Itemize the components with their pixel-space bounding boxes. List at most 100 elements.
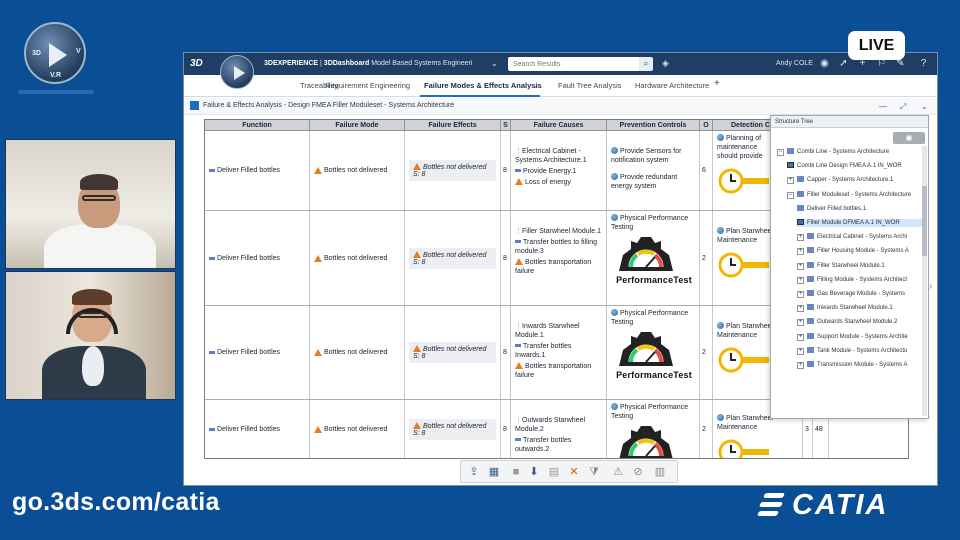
tree-item[interactable]: + Gas Beverage Module - Systems [797,290,927,298]
chevron-down-icon[interactable]: ⌄ [491,59,498,68]
cell-severity[interactable]: 8 [501,400,511,458]
scrollbar-thumb[interactable] [922,186,927,256]
cell-occurrence[interactable]: 2 [700,400,713,458]
cell-failure-mode[interactable]: Bottles not delivered [310,400,405,458]
compass-icon[interactable] [220,55,254,89]
column-header-function[interactable]: Function [205,120,310,131]
expand-icon[interactable]: + [797,333,804,341]
cell-severity[interactable]: 8 [501,131,511,210]
collapse-icon[interactable]: − [777,149,784,156]
filter-icon[interactable]: ⧩ [587,465,601,479]
cell-failure-causes[interactable]: ⋮Filler Starwheel Module.1 Transfer bott… [511,211,607,305]
cell-severity[interactable]: 8 [501,211,511,305]
tab-fmea[interactable]: Failure Modes & Effects Analysis [424,81,542,90]
user-name[interactable]: Andy COLE [776,60,813,67]
maximize-icon[interactable]: ⤢ [900,102,906,112]
cell-failure-effect[interactable]: Bottles not delivered S: 8 [405,400,501,458]
warning-icon[interactable]: ⚠ [611,465,625,479]
tree-item[interactable]: − Combi Line - Systems Architecture [777,148,927,156]
cell-prevention-controls[interactable]: Provide Sensors for notification system … [607,131,700,210]
column-header-prevention-controls[interactable]: Prevention Controls [607,120,700,131]
dashboard-name[interactable]: Model Based Systems Engineeri [369,60,472,67]
expand-icon[interactable]: + [797,347,804,355]
cell-function[interactable]: Deliver Filled bottles [205,400,310,458]
tree-item[interactable]: + Filler Starwheel Module.1 [797,261,927,270]
cell-function[interactable]: Deliver Filled bottles [205,211,310,305]
table-icon[interactable]: ▦ [487,465,501,479]
cell-failure-mode[interactable]: Bottles not delivered [310,306,405,399]
tree-item[interactable]: + Support Module - Systems Archite [797,332,927,341]
cell-prevention-controls[interactable]: Physical Performance Testing Performance… [607,306,700,399]
tree-item[interactable]: + Inwards Starwheel Module.1 [797,304,927,313]
chevron-right-icon[interactable]: › [929,281,932,292]
expand-icon[interactable]: + [797,291,804,298]
expand-icon[interactable]: + [787,177,794,185]
column-header-occurrence[interactable]: O [700,120,713,131]
search-input[interactable] [508,57,645,71]
stop-icon[interactable]: ■ [509,465,523,479]
tag-icon[interactable]: ◈ [662,58,669,69]
hide-icon[interactable]: ⊘ [631,465,645,479]
tree-item-label: Combi Line Design FMEA A.1 IN_WOR [797,163,902,170]
cell-failure-causes[interactable]: ⋮Inwards Starwheel Module.1 Transfer bot… [511,306,607,399]
tab-chevron-down-icon[interactable]: ⌄ [533,81,539,90]
cell-failure-causes[interactable]: ⋮Electrical Cabinet - Systems Architectu… [511,131,607,210]
chart-icon[interactable]: ▥ [653,465,667,479]
tree-item[interactable]: Deliver Filled bottles.1 [797,204,927,213]
tab-hardware-architecture[interactable]: Hardware Architecture [635,81,709,90]
expand-icon[interactable]: + [797,362,804,369]
tree-item[interactable]: + Filler Housing Module - Systems A [797,247,927,256]
expand-icon[interactable]: + [797,262,804,270]
cell-failure-effect[interactable]: Bottles not delivered S: 8 [405,306,501,399]
cell-occurrence[interactable]: 6 [700,131,713,210]
column-header-severity[interactable]: S [501,120,511,131]
cell-failure-mode[interactable]: Bottles not delivered [310,131,405,210]
tab-requirement-engineering[interactable]: Requirement Engineering [325,81,410,90]
tree-item[interactable]: − Filler Moduleset - Systems Architecture [787,190,927,199]
share-icon[interactable]: ⇪ [467,465,481,479]
column-header-failure-causes[interactable]: Failure Causes [511,120,607,131]
tree-item[interactable]: + Filling Module - Systems Architect [797,275,927,284]
cell-severity[interactable]: 8 [501,306,511,399]
cell-failure-causes[interactable]: ⋮Outwards Starwheel Module.2 Transfer bo… [511,400,607,458]
tree-item[interactable]: + Capper - Systems Architecture.1 [787,176,927,185]
cell-occurrence[interactable]: 2 [700,211,713,305]
help-icon[interactable]: ? [917,57,930,70]
tree-item[interactable]: + Outwards Starwheel Module.2 [797,318,927,327]
cell-failure-effect[interactable]: Bottles not delivered S: 8 [405,131,501,210]
eye-icon[interactable]: ◉ [893,132,925,144]
cell-failure-effect[interactable]: Bottles not delivered S: 8 [405,211,501,305]
minimize-icon[interactable]: — [879,102,887,111]
search-icon[interactable]: ⌕ [639,57,653,71]
collapse-icon[interactable]: − [787,191,794,199]
expand-icon[interactable]: + [797,234,804,242]
cell-prevention-controls[interactable]: Physical Performance Testing Performance… [607,211,700,305]
close-icon[interactable]: ✕ [567,465,581,479]
download-icon[interactable]: ⬇ [527,465,541,479]
expand-icon[interactable]: + [797,276,804,284]
expand-icon[interactable]: + [797,305,804,313]
cell-prevention-controls[interactable]: Physical Performance Testing [607,400,700,458]
tree-item[interactable]: Combi Line Design FMEA A.1 IN_WOR [787,162,927,170]
avatar-icon[interactable]: ◉ [818,57,831,70]
chevron-down-icon[interactable]: ⌄ [921,102,928,111]
tree-item[interactable]: + Electrical Cabinet - Systems Archi [797,233,927,242]
document-icon[interactable]: ▤ [547,465,561,479]
add-tab-button[interactable]: + [714,78,720,89]
column-header-failure-effects[interactable]: Failure Effects [405,120,501,131]
tree-item[interactable]: + Transmission Module - Systems A [797,361,927,369]
expand-icon[interactable]: + [797,319,804,327]
cell-function[interactable]: Deliver Filled bottles [205,131,310,210]
column-header-failure-mode[interactable]: Failure Mode [310,120,405,131]
tree-scrollbar[interactable] [922,146,927,416]
share-icon[interactable]: ➚ [837,57,850,70]
presenter-shirt [82,346,104,386]
tree-item[interactable]: Filler Module DFMEA A.1 IN_WOR [797,219,927,227]
tree-item[interactable]: + Tank Module - Systems Architectu [797,346,927,355]
cell-occurrence[interactable]: 2 [700,306,713,399]
cell-failure-mode[interactable]: Bottles not delivered [310,211,405,305]
component-icon [807,261,814,268]
expand-icon[interactable]: + [797,248,804,256]
cell-function[interactable]: Deliver Filled bottles [205,306,310,399]
tab-fault-tree-analysis[interactable]: Fault Tree Analysis [558,81,621,90]
